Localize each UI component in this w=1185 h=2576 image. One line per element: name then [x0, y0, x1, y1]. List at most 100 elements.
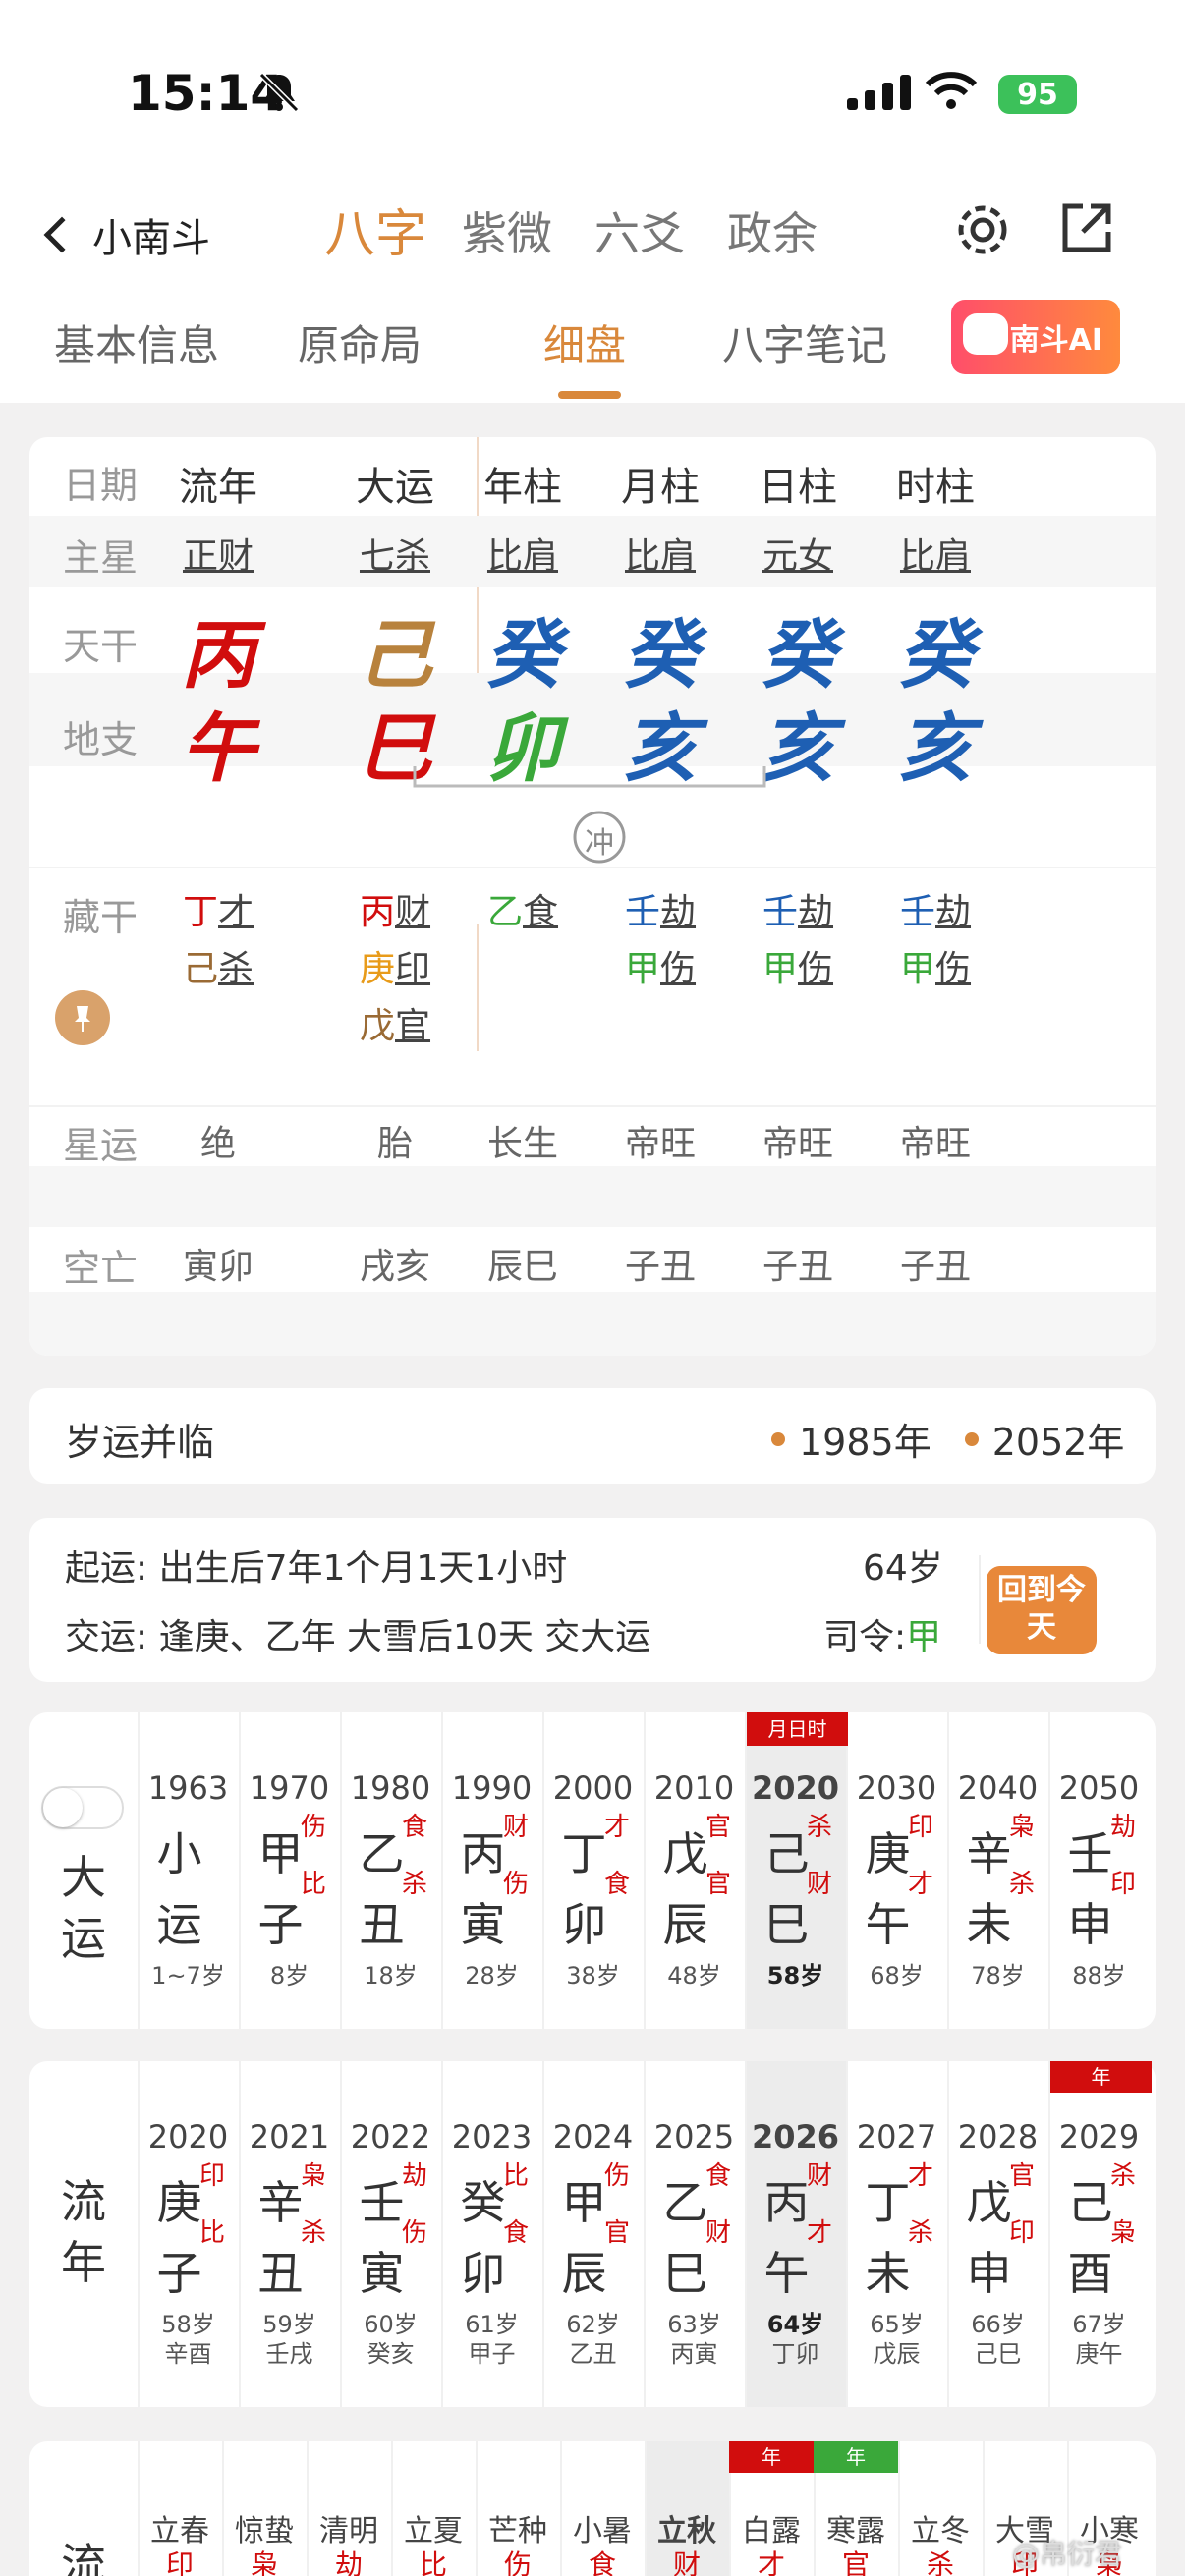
subtab-natal[interactable]: 原命局	[298, 312, 422, 372]
year-tag: 年	[1050, 2061, 1152, 2093]
liuyue-column[interactable]: 芒种伤	[476, 2441, 560, 2576]
dayun-toggle[interactable]	[41, 1786, 124, 1829]
current-dayun-tag: 月日时	[747, 1712, 848, 1746]
canggan-cell: 壬劫甲伤	[867, 884, 1004, 998]
share-icon[interactable]	[1059, 200, 1114, 255]
kongwang-cell: 戌亥	[359, 1247, 430, 1287]
tab-ziwei[interactable]: 紫微	[462, 198, 552, 263]
suiyun-label: 岁运并临	[65, 1421, 215, 1464]
kongwang-cell: 子丑	[899, 1247, 971, 1287]
canggan-ten-god: 伤	[660, 949, 697, 989]
tab-zhengyu[interactable]: 政余	[727, 198, 818, 263]
canggan-stem: 甲	[624, 949, 660, 989]
canggan-ten-god: 财	[395, 892, 431, 932]
zhi-char: 巳	[662, 2247, 708, 2300]
kongwang-cell: 辰巳	[486, 1247, 558, 1287]
zhi-char: 酉	[1067, 2247, 1113, 2300]
liuyue-column[interactable]: 立冬杀	[898, 2441, 983, 2576]
ganzhi-label: 乙丑	[569, 2340, 617, 2368]
dayun-column[interactable]: 1963 小运 1~7岁	[138, 1712, 239, 2029]
dayun-column[interactable]: 1980 食乙杀丑 18岁	[340, 1712, 441, 2029]
subtab-detail[interactable]: 细盘	[543, 312, 626, 372]
canggan-stem: 丙	[359, 892, 395, 932]
gear-icon[interactable]	[953, 200, 1012, 259]
liunian-column[interactable]: 2023 比癸食卯 61岁 甲子	[441, 2061, 542, 2407]
canggan-ten-god: 劫	[935, 892, 972, 932]
year-label: 2020	[147, 2118, 229, 2156]
dayun-column[interactable]: 1990 财丙伤寅 28岁	[441, 1712, 542, 2029]
dayun-column[interactable]: 2020 杀己财巳 58岁	[745, 1712, 846, 2029]
age-label: 38岁	[566, 1962, 620, 1989]
month-shishen: 劫	[334, 2548, 363, 2576]
liunian-column[interactable]: 2020 印庚比子 58岁 辛酉	[138, 2061, 239, 2407]
month-shishen: 枭	[250, 2548, 278, 2576]
year-label: 2040	[957, 1769, 1039, 1807]
zhuxing-cell: 比肩	[624, 536, 696, 577]
subtab-notes[interactable]: 八字笔记	[722, 312, 887, 372]
canggan-item: 甲伤	[867, 941, 1004, 998]
back-to-today-button[interactable]: 回到今天	[987, 1566, 1097, 1654]
year-label: 2022	[350, 2118, 431, 2156]
liunian-column[interactable]: 2025 食乙财巳 63岁 丙寅	[644, 2061, 745, 2407]
dayun-column[interactable]: 1970 伤甲比子 8岁	[239, 1712, 340, 2029]
liunian-column[interactable]: 2021 枭辛杀丑 59岁 壬戌	[239, 2061, 340, 2407]
liuyue-column[interactable]: 惊蛰枭	[222, 2441, 307, 2576]
liuyue-column[interactable]: 立秋财	[645, 2441, 729, 2576]
zhi-char: 卯	[561, 1898, 607, 1951]
tiangan-cell: 己	[358, 611, 432, 699]
liunian-column[interactable]: 2029 杀己枭酉 67岁 庚午	[1048, 2061, 1150, 2407]
zhi-char: 申	[1067, 1898, 1113, 1951]
ganzhi-label: 戊辰	[873, 2340, 921, 2368]
canggan-ten-god: 劫	[798, 892, 834, 932]
liuyue-column[interactable]: 立夏比	[391, 2441, 476, 2576]
zhi-char: 辰	[662, 1898, 708, 1951]
dayun-column[interactable]: 2010 官戊官辰 48岁	[644, 1712, 745, 2029]
canggan-cell: 壬劫 甲伤	[592, 884, 729, 998]
liuyue-column[interactable]: 立春印	[138, 2441, 222, 2576]
kongwang-cell: 子丑	[624, 1247, 696, 1287]
liunian-column[interactable]: 2024 伤甲官辰 62岁 乙丑	[542, 2061, 644, 2407]
tab-bazi[interactable]: 八字	[324, 193, 426, 266]
tiangan-cell: 癸	[898, 611, 973, 699]
dayun-column[interactable]: 2050 劫壬印申 88岁	[1048, 1712, 1150, 2029]
age-label: 88岁	[1072, 1962, 1126, 1989]
zhi-char: 丑	[359, 1898, 405, 1951]
canggan-stem: 壬	[899, 892, 935, 932]
jiaoyun-label: 交运:	[65, 1617, 148, 1657]
ganzhi-label: 辛酉	[164, 2340, 212, 2368]
tab-liuyao[interactable]: 六爻	[594, 198, 685, 263]
month-shishen: 杀	[926, 2548, 954, 2576]
back-button[interactable]: 小南斗	[43, 206, 210, 263]
signal-icon	[847, 75, 911, 110]
zhi-char: 申	[966, 2247, 1012, 2300]
liuyue-column[interactable]: 清明劫	[307, 2441, 391, 2576]
liunian-column[interactable]: 2027 才丁杀未 65岁 戊辰	[846, 2061, 947, 2407]
canggan-stem: 乙	[486, 892, 523, 932]
kongwang-cell: 子丑	[762, 1247, 833, 1287]
dayun-column[interactable]: 2000 才丁食卯 38岁	[542, 1712, 644, 2029]
canggan-cell: 乙食	[454, 884, 592, 941]
year-label: 2020	[751, 1769, 840, 1807]
liunian-column[interactable]: 2022 劫壬伤寅 60岁 癸亥	[340, 2061, 441, 2407]
liunian-column[interactable]: 2026 财丙才午 64岁 丁卯	[745, 2061, 846, 2407]
nandou-ai-button[interactable]: 南斗AI	[951, 300, 1120, 374]
dayun-column[interactable]: 2040 枭辛杀未 78岁	[947, 1712, 1048, 2029]
age-label: 28岁	[465, 1962, 519, 1989]
liunian-column[interactable]: 2028 官戊印申 66岁 己巳	[947, 2061, 1048, 2407]
tiangan-cell: 癸	[761, 611, 835, 699]
ganzhi-label: 丙寅	[670, 2340, 718, 2368]
subtab-basic-info[interactable]: 基本信息	[54, 312, 219, 372]
pin-button[interactable]	[55, 990, 110, 1045]
jiaoyun-value: 逢庚、乙年 大雪后10天 交大运	[158, 1617, 651, 1657]
liuyue-column[interactable]: 小暑食	[560, 2441, 645, 2576]
canggan-ten-god: 劫	[660, 892, 697, 932]
canggan-item: 壬劫	[592, 884, 729, 941]
dayun-title: 大运	[61, 1851, 106, 1965]
column-header: 月柱	[621, 465, 700, 510]
age-label: 58岁	[766, 1962, 824, 1989]
year-label: 2023	[451, 2118, 533, 2156]
canggan-item: 甲伤	[592, 941, 729, 998]
ai-mascot-icon	[963, 313, 1008, 355]
dayun-column[interactable]: 2030 印庚才午 68岁	[846, 1712, 947, 2029]
month-shishen: 财	[672, 2548, 701, 2576]
